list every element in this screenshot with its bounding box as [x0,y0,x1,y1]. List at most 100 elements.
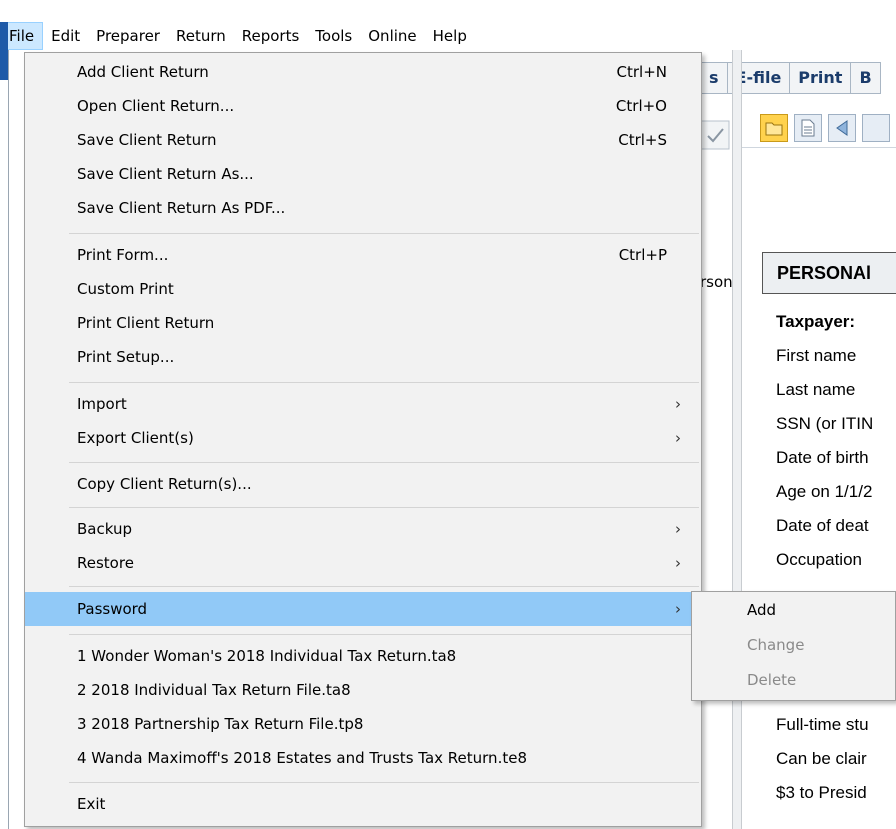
document-icon[interactable] [794,114,822,142]
menu-item-label: Password [77,600,148,618]
menu-item-import[interactable]: Import › [25,387,701,421]
folder-icon[interactable] [760,114,788,142]
menu-item-label: Exit [77,795,106,813]
form-labels: Taxpayer: First name Last name SSN (or I… [776,305,873,577]
section-header: PERSONAl [762,252,896,294]
menu-item-label: 2 2018 Individual Tax Return File.ta8 [77,681,351,699]
menu-item-print-form[interactable]: Print Form... Ctrl+P [25,238,701,272]
menu-item-open-client-return[interactable]: Open Client Return... Ctrl+O [25,89,701,123]
menu-item-label: Print Client Return [77,314,215,332]
menu-item-export-clients[interactable]: Export Client(s) › [25,421,701,455]
menu-item-add-client-return[interactable]: Add Client Return Ctrl+N [25,55,701,89]
form-label: Taxpayer: [776,312,856,331]
chevron-right-icon: › [675,520,681,538]
submenu-item-change: Change [692,628,896,662]
menu-item-exit[interactable]: Exit [25,787,701,821]
truncated-text: rson [700,273,733,291]
window-accent [0,22,8,80]
menubar: File Edit Preparer Return Reports Tools … [0,22,896,50]
form-label: Full-time stu [776,715,869,734]
submenu-item-delete: Delete [692,663,896,697]
previous-arrow-icon[interactable] [828,114,856,142]
checkmark-icon [700,120,730,150]
menu-item-print-setup[interactable]: Print Setup... [25,340,701,374]
menu-preparer[interactable]: Preparer [88,22,168,50]
menu-item-label: Change [747,636,805,654]
menu-item-label: Copy Client Return(s)... [77,475,252,493]
form-toolbar [742,108,896,148]
menu-item-custom-print[interactable]: Custom Print [25,272,701,306]
form-label: Date of birth [776,448,869,467]
form-label: First name [776,346,857,365]
view-tabs: s E-file Print B [700,62,881,94]
menu-item-shortcut: Ctrl+P [618,246,667,264]
menu-tools[interactable]: Tools [307,22,360,50]
chevron-right-icon: › [675,395,681,413]
menu-item-save-client-return-as[interactable]: Save Client Return As... [25,157,701,191]
menu-item-save-as-pdf[interactable]: Save Client Return As PDF... [25,191,701,225]
menu-item-shortcut: Ctrl+O [615,97,667,115]
menu-edit[interactable]: Edit [43,22,88,50]
menu-item-label: 4 Wanda Maximoff's 2018 Estates and Trus… [77,749,527,767]
menu-return[interactable]: Return [168,22,234,50]
menu-item-restore[interactable]: Restore › [25,546,701,580]
left-pane-border [8,50,9,829]
menu-item-label: Open Client Return... [77,97,235,115]
menu-item-save-client-return[interactable]: Save Client Return Ctrl+S [25,123,701,157]
menu-separator [69,462,699,463]
menu-separator [69,507,699,508]
menu-item-copy-client-returns[interactable]: Copy Client Return(s)... [25,467,701,501]
menu-separator [69,233,699,234]
menu-item-label: Export Client(s) [77,429,194,447]
form-label: Date of deat [776,516,869,535]
tab-b[interactable]: B [851,62,881,94]
menu-item-label: Restore [77,554,134,572]
menu-separator [69,782,699,783]
menu-item-shortcut: Ctrl+S [618,131,667,149]
form-label: Age on 1/1/2 [776,482,873,501]
menu-item-recent-file-1[interactable]: 1 Wonder Woman's 2018 Individual Tax Ret… [25,639,701,673]
menu-item-label: Save Client Return As PDF... [77,199,286,217]
file-menu: Add Client Return Ctrl+N Open Client Ret… [24,52,702,827]
menu-item-label: Save Client Return [77,131,217,149]
menu-item-label: Custom Print [77,280,174,298]
form-label: Occupation [776,550,862,569]
next-arrow-icon[interactable] [862,114,890,142]
menu-reports[interactable]: Reports [234,22,308,50]
form-label: SSN (or ITIN [776,414,874,433]
tab-partial[interactable]: s [700,62,728,94]
submenu-item-add[interactable]: Add [692,593,896,627]
menu-item-label: 3 2018 Partnership Tax Return File.tp8 [77,715,364,733]
chevron-right-icon: › [675,429,681,447]
menu-item-label: Delete [747,671,797,689]
password-submenu: Add Change Delete [691,591,896,701]
menu-item-label: Backup [77,520,132,538]
menu-item-label: Add [747,601,777,619]
menu-item-recent-file-4[interactable]: 4 Wanda Maximoff's 2018 Estates and Trus… [25,741,701,775]
menu-item-print-client-return[interactable]: Print Client Return [25,306,701,340]
menu-online[interactable]: Online [360,22,424,50]
form-label: Can be clair [776,749,867,768]
form-label: Last name [776,380,856,399]
splitter[interactable] [732,50,742,829]
tab-print[interactable]: Print [790,62,852,94]
menu-item-label: Import [77,395,127,413]
menu-item-recent-file-3[interactable]: 3 2018 Partnership Tax Return File.tp8 [25,707,701,741]
menu-help[interactable]: Help [425,22,475,50]
menu-item-label: 1 Wonder Woman's 2018 Individual Tax Ret… [77,647,457,665]
menu-item-recent-file-2[interactable]: 2 2018 Individual Tax Return File.ta8 [25,673,701,707]
chevron-right-icon: › [675,600,681,618]
menu-item-backup[interactable]: Backup › [25,512,701,546]
form-labels-lower: Full-time stu Can be clair $3 to Presid [776,708,869,810]
form-label: $3 to Presid [776,783,867,802]
menu-separator [69,382,699,383]
title-strip [0,0,896,22]
chevron-right-icon: › [675,554,681,572]
menu-item-shortcut: Ctrl+N [616,63,667,81]
menu-item-label: Print Setup... [77,348,175,366]
menu-item-label: Print Form... [77,246,169,264]
menu-item-label: Save Client Return As... [77,165,254,183]
menu-item-password[interactable]: Password › [25,592,701,626]
menu-separator [69,586,699,587]
menu-item-label: Add Client Return [77,63,209,81]
